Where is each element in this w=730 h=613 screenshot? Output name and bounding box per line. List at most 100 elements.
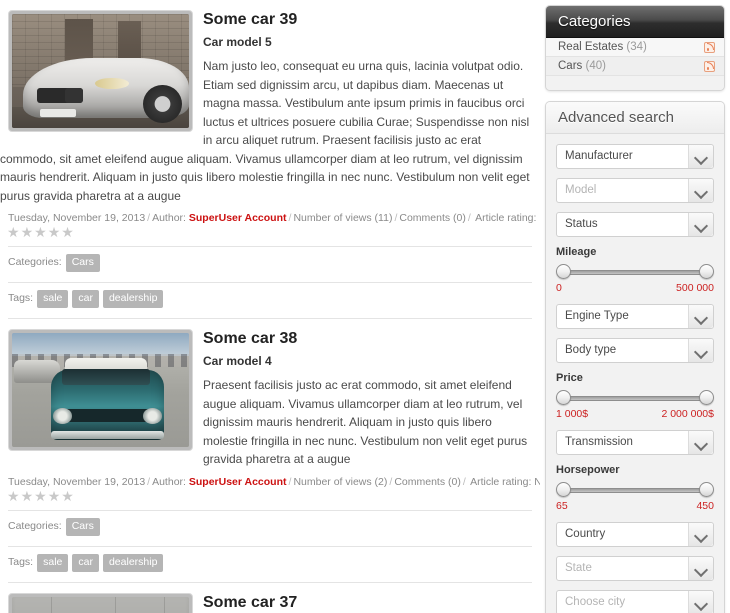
category-row-cars[interactable]: Cars (40)	[546, 57, 724, 76]
slider-handle-min[interactable]	[556, 482, 571, 497]
horsepower-max-value: 450	[696, 500, 714, 512]
bmw-sedan-silver-rear-image	[12, 596, 189, 613]
category-pill[interactable]: Cars	[65, 517, 100, 536]
star-icon[interactable]: ★	[48, 488, 62, 504]
tag-pill[interactable]: sale	[37, 553, 69, 572]
price-label: Price	[556, 372, 583, 384]
rating-stars[interactable]: ★★★★★	[0, 225, 540, 243]
article-tags: Tags: sale car dealership	[0, 283, 540, 315]
author-label: Author:	[152, 212, 186, 224]
article-categories: Categories: Cars	[0, 247, 540, 279]
advanced-search-panel: Advanced search Manufacturer Model Statu…	[545, 101, 725, 613]
price-max-value: 2 000 000$	[661, 408, 714, 420]
chevron-down-icon[interactable]	[688, 145, 713, 168]
slider-track[interactable]	[563, 270, 707, 275]
star-icon[interactable]: ★	[48, 224, 62, 240]
rss-icon[interactable]	[704, 42, 715, 53]
category-pill[interactable]: Cars	[65, 254, 100, 272]
slider-handle-min[interactable]	[556, 390, 571, 405]
article-views: Number of views (11)	[293, 212, 393, 224]
star-icon[interactable]: ★	[7, 224, 21, 240]
chevron-down-icon[interactable]	[688, 213, 713, 236]
body-type-select[interactable]: Body type	[556, 338, 714, 363]
engine-type-select[interactable]: Engine Type	[556, 304, 714, 329]
horsepower-min-value: 65	[556, 500, 568, 512]
category-label: Real Estates	[558, 41, 624, 53]
category-count: (34)	[626, 41, 647, 53]
chevron-down-icon[interactable]	[688, 557, 713, 580]
rss-icon[interactable]	[704, 61, 715, 72]
star-icon[interactable]: ★	[7, 488, 21, 504]
city-select[interactable]: Choose city	[556, 590, 714, 613]
article-date: Tuesday, November 19, 2013	[8, 475, 146, 488]
article-meta: Tuesday, November 19, 2013/Author: Super…	[0, 205, 540, 225]
mileage-max-value: 500 000	[676, 282, 714, 294]
article-thumbnail[interactable]	[8, 329, 193, 451]
categories-panel: Categories Real Estates (34) Cars (40)	[545, 5, 725, 91]
article-thumbnail[interactable]	[8, 592, 193, 613]
tag-pill[interactable]: car	[72, 290, 99, 308]
article-tags: Tags: sale car dealership	[0, 547, 540, 579]
horsepower-label: Horsepower	[556, 464, 620, 476]
chevron-down-icon[interactable]	[688, 591, 713, 613]
star-icon[interactable]: ★	[34, 488, 48, 504]
chevron-down-icon[interactable]	[688, 431, 713, 454]
star-icon[interactable]: ★	[34, 224, 48, 240]
tag-pill[interactable]: sale	[37, 290, 69, 308]
price-slider[interactable]	[556, 390, 714, 406]
sidebar: Categories Real Estates (34) Cars (40) A…	[545, 5, 725, 613]
article-author[interactable]: SuperUser Account	[189, 212, 287, 224]
author-label: Author:	[152, 475, 186, 488]
tags-label: Tags:	[8, 555, 34, 568]
article-item: Some car 37 Car model 3 Vivamus mattis o…	[0, 583, 540, 613]
slider-handle-max[interactable]	[699, 482, 714, 497]
chevron-down-icon[interactable]	[688, 305, 713, 328]
ford-mustang-teal-classic-image	[12, 333, 189, 447]
tag-pill[interactable]: car	[72, 553, 99, 572]
country-select[interactable]: Country	[556, 522, 714, 547]
article-date: Tuesday, November 19, 2013	[8, 212, 146, 224]
categories-label: Categories:	[8, 256, 62, 268]
transmission-select[interactable]: Transmission	[556, 430, 714, 455]
categories-label: Categories:	[8, 519, 62, 532]
horsepower-slider[interactable]	[556, 482, 714, 498]
star-icon[interactable]: ★	[21, 488, 35, 504]
mileage-min-value: 0	[556, 282, 562, 294]
article-meta: Tuesday, November 19, 2013/Author: Super…	[0, 469, 540, 489]
article-list: Some car 39 Car model 5 Nam justo leo, c…	[0, 0, 540, 613]
tag-pill[interactable]: dealership	[102, 553, 164, 572]
star-icon[interactable]: ★	[61, 224, 75, 240]
rating-stars[interactable]: ★★★★★	[0, 489, 540, 507]
article-categories: Categories: Cars	[0, 511, 540, 543]
state-select[interactable]: State	[556, 556, 714, 581]
article-item: Some car 39 Car model 5 Nam justo leo, c…	[0, 0, 540, 319]
slider-track[interactable]	[563, 396, 707, 401]
slider-track[interactable]	[563, 488, 707, 493]
slider-handle-max[interactable]	[699, 390, 714, 405]
article-thumbnail[interactable]	[8, 10, 193, 132]
manufacturer-select[interactable]: Manufacturer	[556, 144, 714, 169]
slider-handle-max[interactable]	[699, 264, 714, 279]
chevron-down-icon[interactable]	[688, 339, 713, 362]
star-icon[interactable]: ★	[21, 224, 35, 240]
advanced-search-title: Advanced search	[546, 102, 724, 134]
article-comments[interactable]: Comments (0)	[394, 476, 461, 488]
categories-panel-footer	[546, 76, 724, 90]
category-count: (40)	[585, 60, 606, 72]
tag-pill[interactable]: dealership	[102, 290, 164, 308]
article-rating: Article rating: No rating	[470, 475, 540, 488]
page-root: Some car 39 Car model 5 Nam justo leo, c…	[0, 0, 730, 613]
article-author[interactable]: SuperUser Account	[189, 476, 287, 488]
article-comments[interactable]: Comments (0)	[399, 212, 466, 224]
chevron-down-icon[interactable]	[688, 523, 713, 546]
model-select[interactable]: Model	[556, 178, 714, 203]
mileage-label: Mileage	[556, 246, 597, 258]
chevron-down-icon[interactable]	[688, 179, 713, 202]
category-row-real-estates[interactable]: Real Estates (34)	[546, 38, 724, 57]
mileage-slider[interactable]	[556, 264, 714, 280]
status-select[interactable]: Status	[556, 212, 714, 237]
article-rating: Article rating: No rating	[475, 212, 540, 224]
star-icon[interactable]: ★	[61, 488, 75, 504]
slider-handle-min[interactable]	[556, 264, 571, 279]
article-views: Number of views (2)	[293, 475, 388, 488]
